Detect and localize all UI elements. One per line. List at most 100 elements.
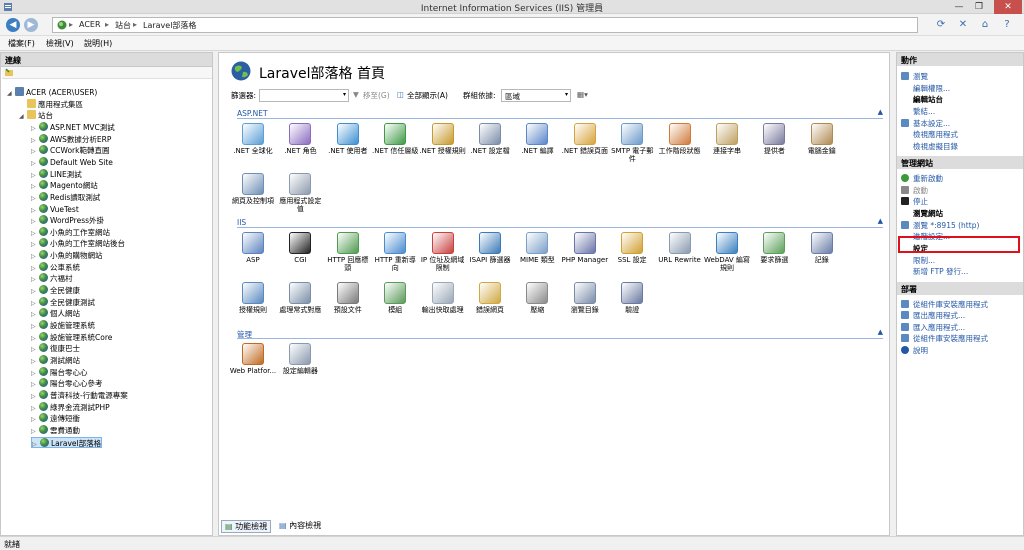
expand-icon[interactable]: ▷: [31, 170, 39, 181]
help-icon[interactable]: ?: [1000, 18, 1014, 32]
feature-item[interactable]: 網頁及控制項: [229, 173, 277, 205]
go-button[interactable]: 移至(G): [363, 90, 390, 101]
tree-item[interactable]: ▷ Default Web Site: [31, 156, 113, 168]
tree-item[interactable]: ▷ 個人網站: [31, 308, 80, 319]
expand-icon[interactable]: ▷: [31, 286, 39, 297]
feature-item[interactable]: 壓縮: [513, 282, 561, 314]
feature-item[interactable]: .NET 授權規則: [419, 123, 467, 155]
feature-item[interactable]: 設定編輯器: [276, 343, 324, 375]
expand-icon[interactable]: ▷: [31, 193, 39, 204]
feature-item[interactable]: IP 位址及網域限制: [419, 232, 467, 272]
expand-icon[interactable]: ▷: [31, 356, 39, 367]
feature-item[interactable]: Web Platfor...: [229, 343, 277, 375]
section-header[interactable]: IIS ▲: [237, 217, 883, 228]
feature-item[interactable]: ASP: [229, 232, 277, 264]
feature-item[interactable]: HTTP 重新導向: [371, 232, 419, 272]
tree-item[interactable]: ▷ 復康巴士: [31, 343, 80, 354]
action-link[interactable]: 繫結...: [913, 106, 935, 116]
close-button[interactable]: ✕: [994, 0, 1022, 14]
tree-item[interactable]: ▷ CCWork範轉直圓: [31, 145, 109, 156]
feature-item[interactable]: 工作階段狀態: [656, 123, 704, 155]
feature-item[interactable]: .NET 編譯: [513, 123, 561, 155]
home-icon[interactable]: ⌂: [978, 18, 992, 32]
expand-icon[interactable]: ▷: [31, 146, 39, 157]
show-all-icon[interactable]: ◫: [397, 90, 404, 99]
expand-icon[interactable]: ▷: [31, 123, 39, 134]
feature-item[interactable]: 輸出快取處理: [419, 282, 467, 314]
action-link[interactable]: 基本設定...: [901, 118, 950, 128]
expand-icon[interactable]: ▷: [31, 274, 39, 285]
feature-item[interactable]: ISAPI 篩選器: [466, 232, 514, 264]
tree-item[interactable]: ▷ 陽台零心心: [31, 366, 88, 379]
expand-icon[interactable]: ▷: [31, 239, 39, 250]
action-link[interactable]: 限制...: [913, 255, 935, 265]
expand-icon[interactable]: ▷: [31, 263, 39, 274]
expand-icon[interactable]: ▷: [31, 344, 39, 355]
tree-item[interactable]: ▷ Magento網站: [31, 180, 98, 191]
feature-item[interactable]: 記錄: [798, 232, 846, 264]
feature-item[interactable]: HTTP 回應標頭: [324, 232, 372, 272]
tree-item[interactable]: ▷ 設施管理系統: [31, 320, 95, 331]
action-link[interactable]: 說明: [901, 345, 928, 355]
tree-item[interactable]: ▷ WordPress外掛: [31, 215, 104, 226]
filter-icon[interactable]: ▼: [353, 90, 359, 99]
feature-item[interactable]: 要求篩選: [750, 232, 798, 264]
action-link[interactable]: 匯入應用程式...: [901, 322, 965, 332]
action-link[interactable]: 檢視應用程式: [913, 129, 958, 139]
tab-content-view[interactable]: ▤ 內容檢視: [279, 520, 321, 531]
actions-section-header[interactable]: 部署: [897, 281, 1023, 295]
tree-item[interactable]: ▷ 雲費通動: [31, 424, 80, 437]
action-link[interactable]: 瀏覽 *:8915 (http): [901, 220, 979, 230]
feature-item[interactable]: 錯誤網頁: [466, 282, 514, 314]
minimize-button[interactable]: —: [950, 0, 968, 14]
section-header[interactable]: 管理 ▲: [237, 328, 883, 339]
filter-input[interactable]: ▾: [259, 89, 349, 102]
feature-item[interactable]: .NET 信任層級: [371, 123, 419, 155]
stop-nav-icon[interactable]: ✕: [956, 18, 970, 32]
view-mode-icon[interactable]: ▦▾: [577, 90, 588, 99]
collapse-icon[interactable]: ◢: [19, 111, 27, 122]
tree-item[interactable]: ▷ 小魚的工作室網站後台: [31, 238, 125, 249]
feature-item[interactable]: .NET 全球化: [229, 123, 277, 155]
tree-item[interactable]: ▷ 設施管理系統Core: [31, 331, 112, 344]
tree-item[interactable]: ▷ 小魚的購物網站: [31, 250, 103, 261]
expand-icon[interactable]: ▷: [31, 426, 39, 437]
feature-item[interactable]: 模組: [371, 282, 419, 314]
tree-item[interactable]: ▷ 全民健康: [31, 285, 80, 296]
connect-icon[interactable]: [4, 68, 14, 78]
expand-icon[interactable]: ▷: [31, 228, 39, 239]
tree-item[interactable]: ▷ 普濟科技-行動電源專案: [31, 389, 128, 401]
feature-item[interactable]: 處理常式對應: [276, 282, 324, 314]
expand-icon[interactable]: ▷: [31, 414, 39, 425]
tree-item[interactable]: 應用程式集區: [19, 98, 83, 110]
feature-item[interactable]: .NET 錯誤頁面: [561, 123, 609, 155]
expand-icon[interactable]: ▷: [31, 251, 39, 262]
action-link[interactable]: 新增 FTP 發行...: [913, 266, 968, 276]
tree-item[interactable]: ▷ AWS數據分析ERP: [31, 133, 111, 145]
expand-icon[interactable]: ▷: [31, 368, 39, 379]
expand-icon[interactable]: ▷: [31, 333, 39, 344]
section-header[interactable]: ASP.NET ▲: [237, 108, 883, 119]
action-link[interactable]: 啟動: [901, 185, 928, 195]
feature-item[interactable]: 驗證: [608, 282, 656, 314]
expand-icon[interactable]: ▷: [31, 403, 39, 414]
action-link[interactable]: 編輯權限...: [913, 83, 950, 93]
tree-item[interactable]: ▷ VueTest: [31, 203, 79, 215]
expand-icon[interactable]: ▷: [31, 309, 39, 320]
breadcrumb-laravel[interactable]: Laravel部落格: [143, 20, 196, 31]
feature-item[interactable]: 授權規則: [229, 282, 277, 314]
tree-item[interactable]: ▷ 公車系統: [31, 261, 80, 274]
maximize-button[interactable]: ❐: [970, 0, 988, 14]
tree-item[interactable]: ▷ 綠界金流測試PHP: [31, 401, 110, 414]
expand-icon[interactable]: ▷: [31, 216, 39, 227]
feature-item[interactable]: 瀏覽目錄: [561, 282, 609, 314]
tree-item-selected[interactable]: ▷ Laravel部落格: [31, 436, 103, 448]
action-link[interactable]: 瀏覽: [901, 71, 928, 81]
menu-help[interactable]: 說明(H): [84, 38, 112, 49]
menu-file[interactable]: 檔案(F): [8, 38, 35, 49]
tree-item[interactable]: ▷ 全民健康測試: [31, 296, 95, 308]
collapse-icon[interactable]: ◢: [7, 88, 15, 99]
tree-item[interactable]: ▷ 陽台零心心參考: [31, 378, 103, 389]
action-link[interactable]: 檢視虛擬目錄: [913, 141, 958, 151]
tab-features-view[interactable]: ▤ 功能檢視: [221, 520, 272, 533]
